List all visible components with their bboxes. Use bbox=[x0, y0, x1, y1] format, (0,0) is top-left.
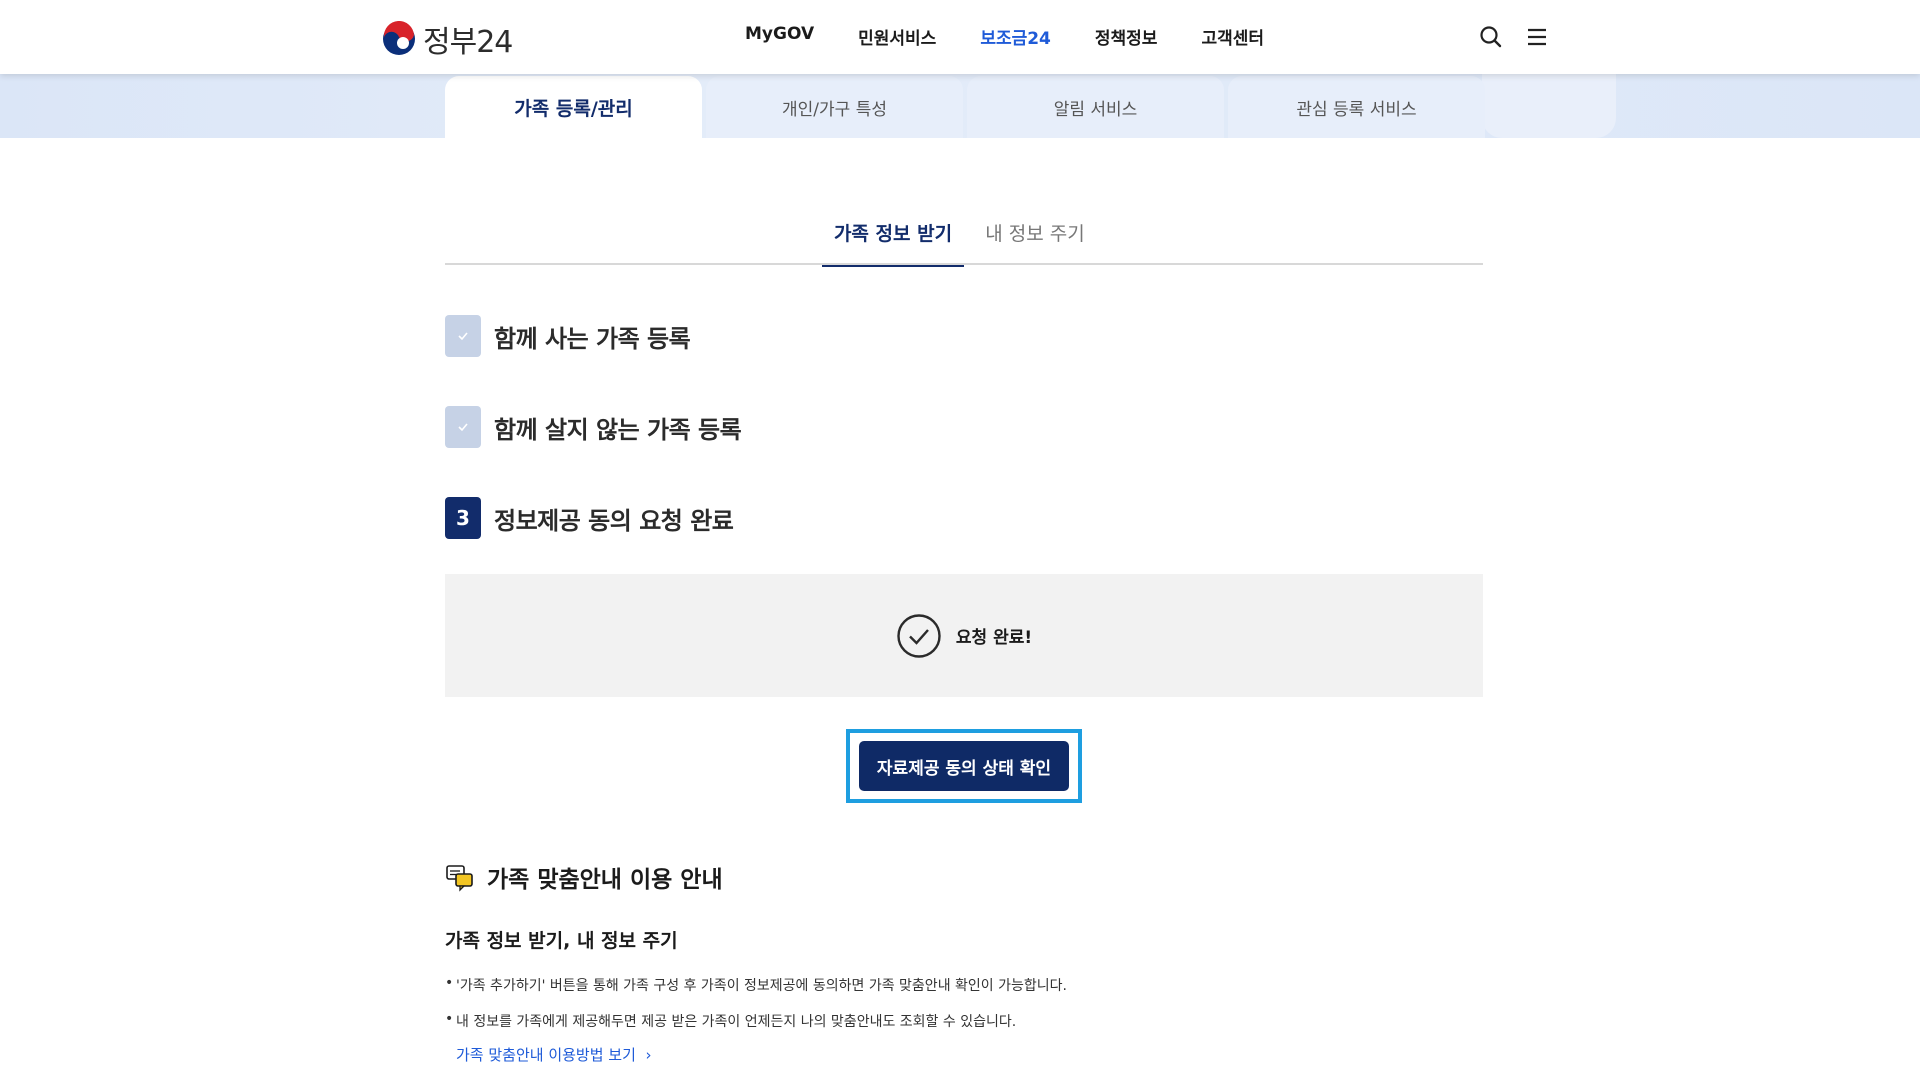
taegeuk-logo-icon bbox=[383, 21, 415, 55]
nav-item-subsidy24[interactable]: 보조금24 bbox=[980, 24, 1051, 49]
usage-guide-link-text: 가족 맞춤안내 이용방법 보기 bbox=[456, 1046, 636, 1064]
check-icon bbox=[458, 423, 468, 432]
sub-tab-bar: 가족 정보 받기 내 정보 주기 bbox=[445, 200, 1483, 267]
step-check-badge bbox=[445, 406, 481, 448]
logo-text: 정부24 bbox=[423, 25, 513, 60]
step-label: 함께 살지 않는 가족 등록 bbox=[494, 415, 742, 444]
step-2[interactable]: 함께 살지 않는 가족 등록 bbox=[445, 406, 742, 448]
subtab-receive-family-info[interactable]: 가족 정보 받기 bbox=[822, 200, 964, 267]
step-number-badge: 3 bbox=[445, 497, 481, 539]
chevron-right-icon: › bbox=[640, 1046, 652, 1064]
top-tab-bar: 가족 등록/관리 개인/가구 특성 알림 서비스 관심 등록 서비스 bbox=[445, 76, 1485, 138]
check-icon bbox=[458, 332, 468, 341]
step-label: 정보제공 동의 요청 완료 bbox=[494, 506, 734, 535]
guide-bullet: '가족 추가하기' 버튼을 통해 가족 구성 후 가족이 정보제공에 동의하면 … bbox=[445, 975, 1067, 995]
banner-decoration bbox=[1482, 74, 1616, 138]
nav-item-customer-center[interactable]: 고객센터 bbox=[1201, 24, 1264, 49]
check-consent-status-button[interactable]: 자료제공 동의 상태 확인 bbox=[859, 741, 1069, 791]
step-label: 함께 사는 가족 등록 bbox=[494, 324, 691, 353]
tab-family-management[interactable]: 가족 등록/관리 bbox=[445, 76, 702, 138]
step-1[interactable]: 함께 사는 가족 등록 bbox=[445, 315, 691, 357]
nav-item-civil-service[interactable]: 민원서비스 bbox=[858, 24, 936, 49]
button-highlight-frame: 자료제공 동의 상태 확인 bbox=[846, 729, 1082, 803]
menu-icon[interactable] bbox=[1524, 24, 1550, 50]
request-complete-text: 요청 완료! bbox=[955, 628, 1033, 648]
nav-item-mygov[interactable]: MyGOV bbox=[745, 24, 814, 49]
guide-bullet: 내 정보를 가족에게 제공해두면 제공 받은 가족이 언제든지 나의 맞춤안내도… bbox=[445, 1011, 1067, 1031]
usage-guide-link[interactable]: 가족 맞춤안내 이용방법 보기 › bbox=[456, 1044, 651, 1065]
tab-notification-service[interactable]: 알림 서비스 bbox=[967, 76, 1224, 138]
step-check-badge bbox=[445, 315, 481, 357]
subtab-give-my-info[interactable]: 내 정보 주기 bbox=[964, 200, 1106, 265]
request-complete-panel: 요청 완료! bbox=[445, 574, 1483, 697]
header-actions bbox=[1478, 24, 1550, 50]
nav-item-policy-info[interactable]: 정책정보 bbox=[1095, 24, 1158, 49]
global-nav: MyGOV 민원서비스 보조금24 정책정보 고객센터 bbox=[745, 24, 1308, 49]
chat-bubble-icon bbox=[446, 865, 473, 892]
tab-household-traits[interactable]: 개인/가구 특성 bbox=[706, 76, 963, 138]
site-header: 정부24 MyGOV 민원서비스 보조금24 정책정보 고객센터 bbox=[0, 0, 1920, 74]
search-icon[interactable] bbox=[1478, 24, 1504, 50]
guide-subtitle: 가족 정보 받기, 내 정보 주기 bbox=[445, 930, 678, 952]
guide-bullet-list: '가족 추가하기' 버튼을 통해 가족 구성 후 가족이 정보제공에 동의하면 … bbox=[445, 975, 1067, 1047]
guide-title-text: 가족 맞춤안내 이용 안내 bbox=[487, 867, 723, 893]
step-3: 3 정보제공 동의 요청 완료 bbox=[445, 497, 734, 539]
gov24-logo[interactable]: 정부24 bbox=[381, 17, 513, 61]
guide-title: 가족 맞춤안내 이용 안내 bbox=[445, 860, 723, 894]
tab-interest-service[interactable]: 관심 등록 서비스 bbox=[1228, 76, 1485, 138]
check-circle-icon bbox=[897, 613, 941, 658]
